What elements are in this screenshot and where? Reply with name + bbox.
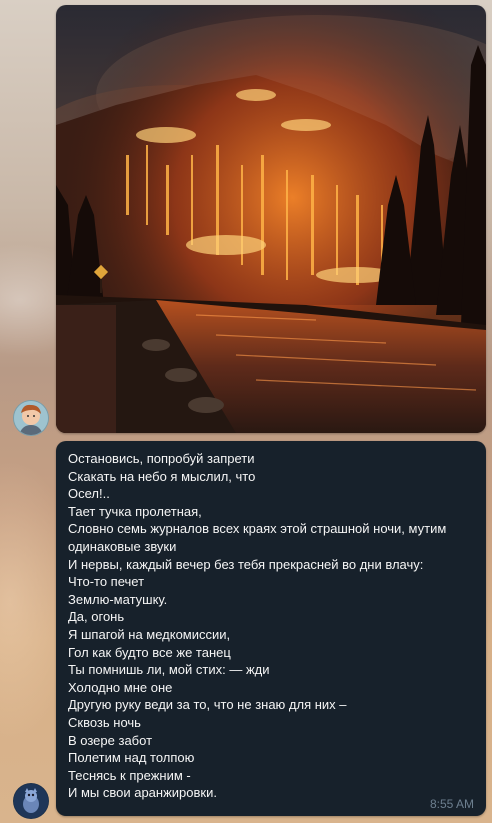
sender-avatar[interactable] bbox=[13, 400, 49, 436]
message-line: Тает тучка пролетная, bbox=[68, 503, 202, 519]
message-line: Что-то печет bbox=[68, 574, 145, 590]
message-line: И нервы, каждый вечер без тебя прекрасне… bbox=[68, 556, 424, 572]
message-line: Остановись, попробуй запрети bbox=[68, 451, 255, 466]
message-line: Холодно мне оне bbox=[68, 679, 173, 695]
message-line: Теснясь к прежним - bbox=[68, 767, 191, 783]
message-line: Гол как будто все же танец bbox=[68, 644, 231, 660]
photo-message[interactable] bbox=[56, 5, 486, 433]
message-line: Осел!.. bbox=[68, 486, 110, 502]
message-line: И мы свои аранжировки. bbox=[68, 785, 217, 801]
message-line: Другую руку веди за то, что не знаю для … bbox=[68, 697, 347, 713]
message-line: Сквозь ночь bbox=[68, 714, 141, 730]
message-timestamp: 8:55 AM bbox=[429, 797, 474, 811]
wildfire-photo bbox=[56, 5, 486, 433]
message-line: Землю-матушку. bbox=[68, 591, 168, 607]
message-line: В озере забот bbox=[68, 732, 153, 748]
message-line: Словно семь журналов всех краях этой стр… bbox=[68, 521, 450, 554]
person-avatar-icon bbox=[14, 401, 48, 435]
message-line: Скакать на небо я мыслил, что bbox=[68, 468, 256, 484]
message-line: Да, огонь bbox=[68, 609, 125, 625]
bot-avatar[interactable] bbox=[13, 783, 49, 819]
message-line: Ты помнишь ли, мой стих: — жди bbox=[68, 662, 270, 678]
text-message-bubble[interactable]: Остановись, попробуй запрети Скакать на … bbox=[56, 441, 486, 816]
message-line: Полетим над толпою bbox=[68, 750, 195, 766]
bot-avatar-icon bbox=[14, 784, 48, 818]
message-line: Я шпагой на медкомиссии, bbox=[68, 626, 231, 642]
